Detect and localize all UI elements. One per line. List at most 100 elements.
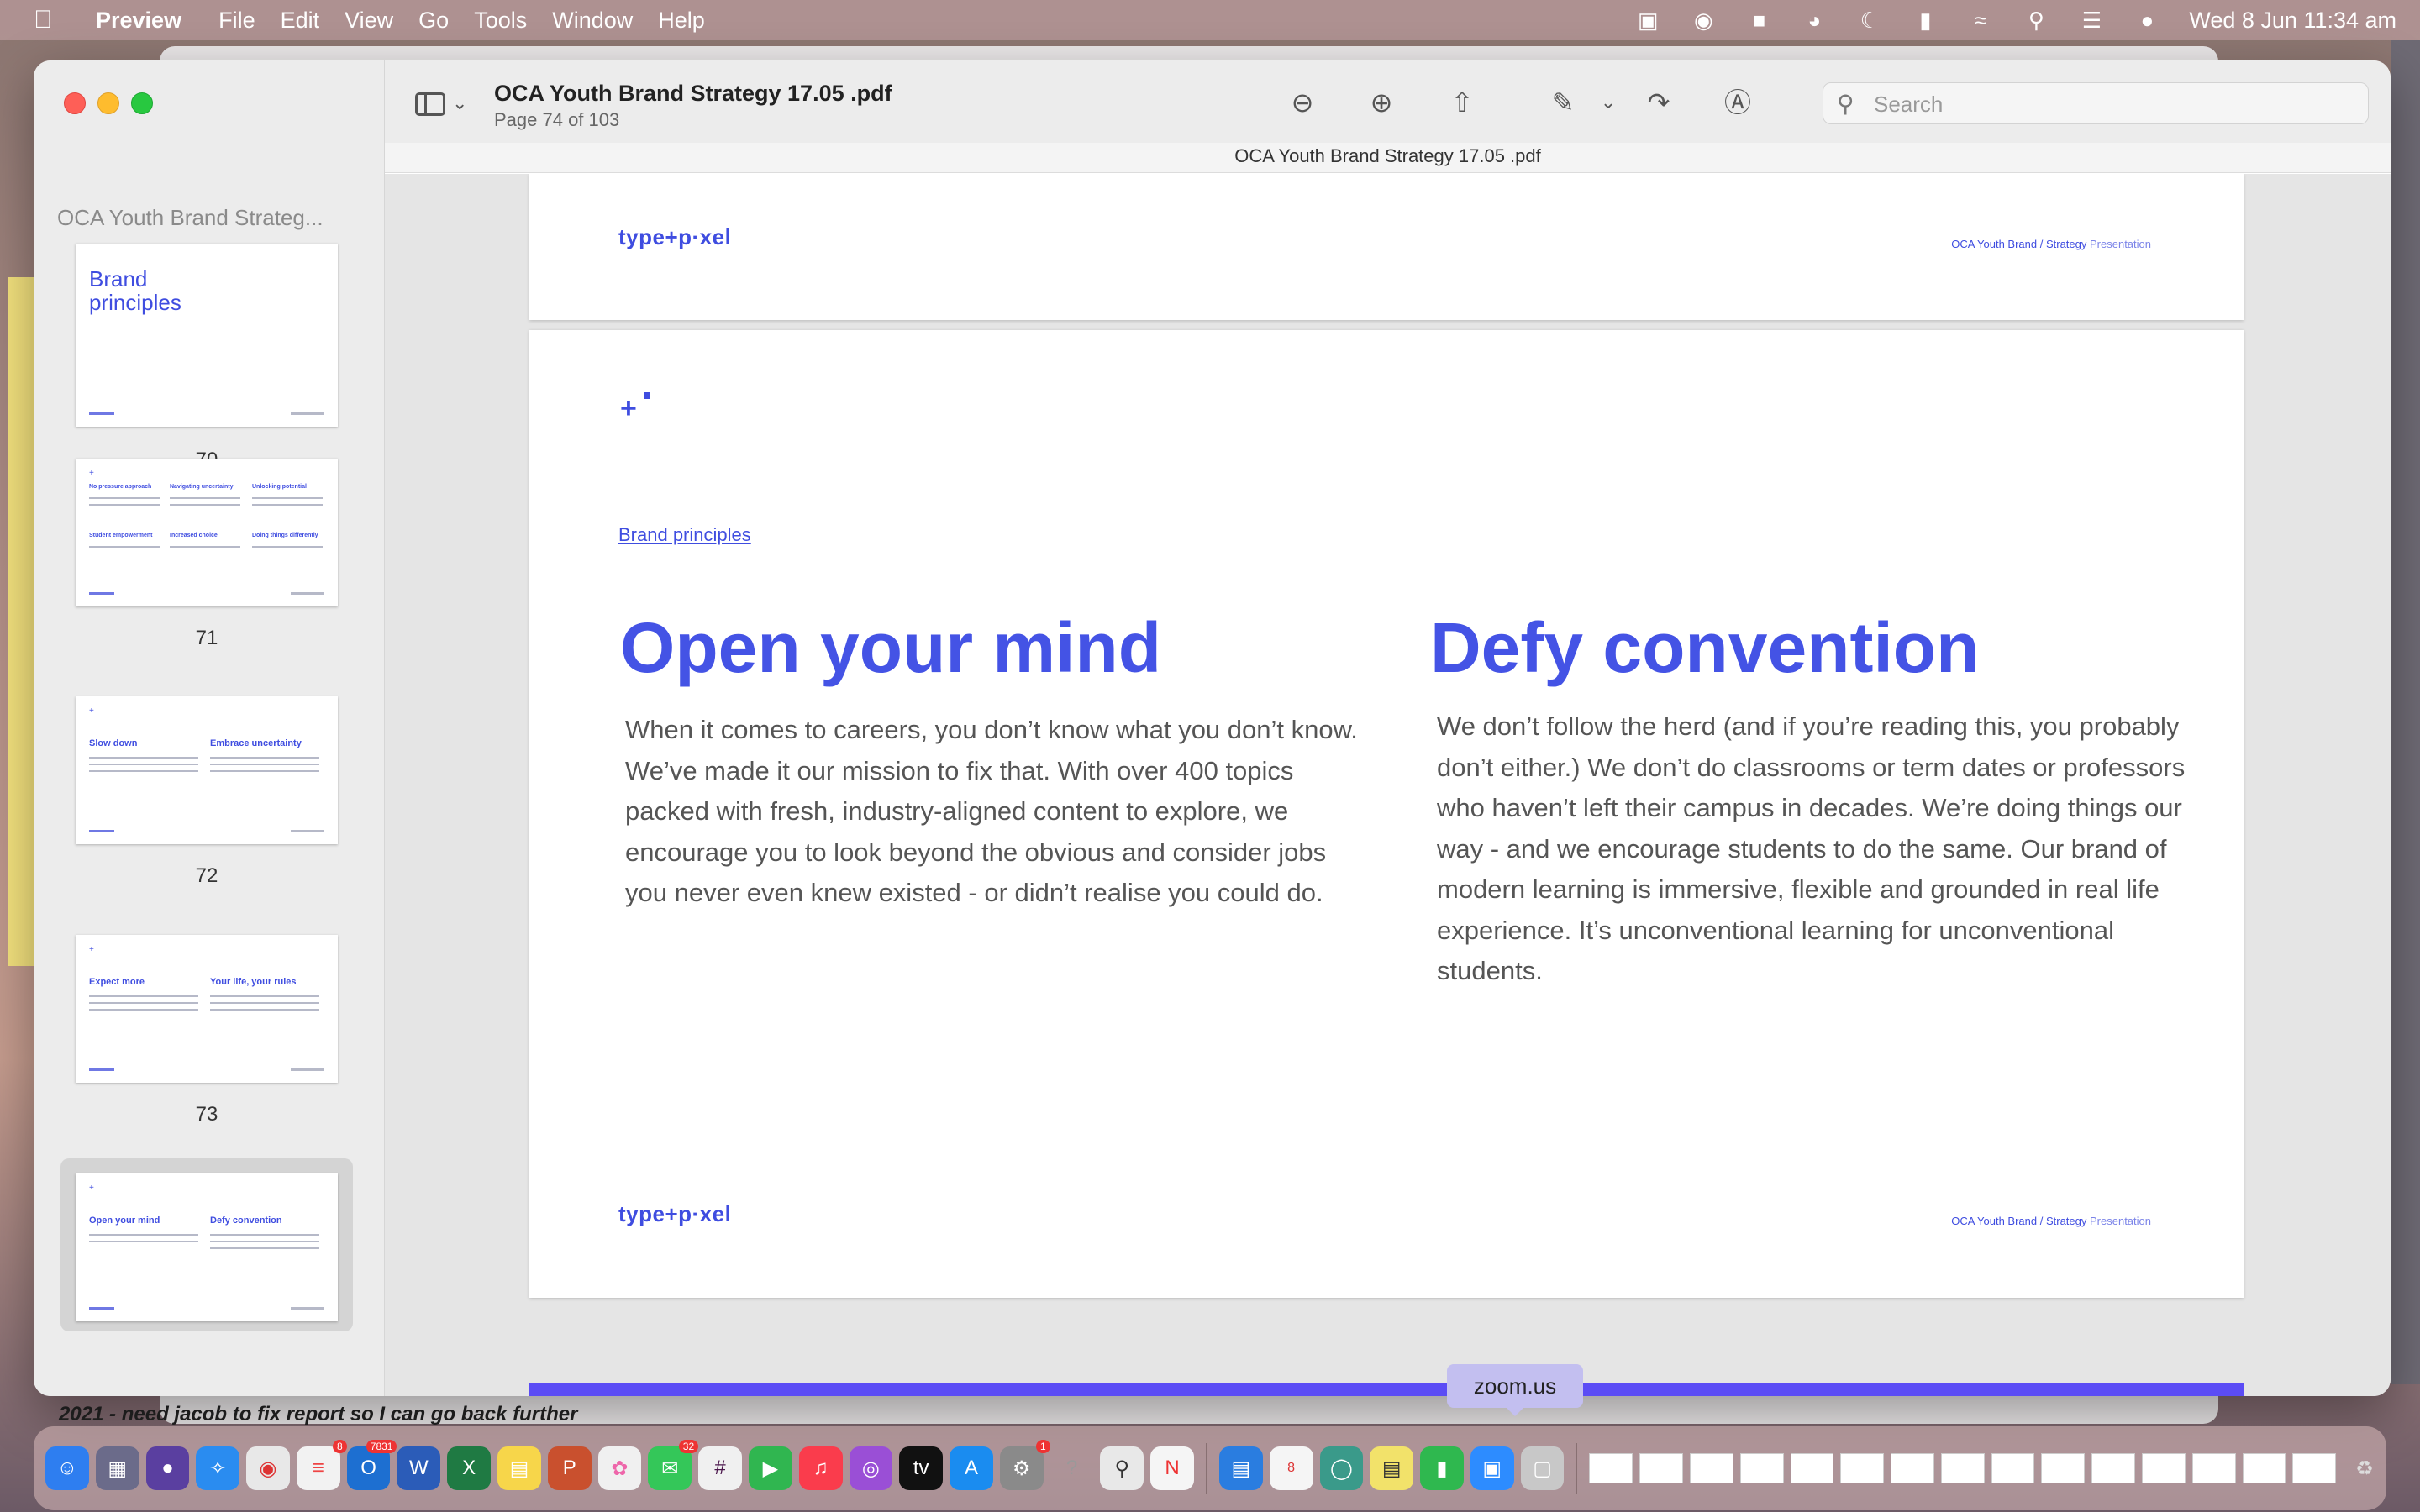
section-link[interactable]: Brand principles	[618, 524, 751, 546]
siri-icon[interactable]: ●	[145, 1446, 190, 1490]
minimized-window-thumbnail[interactable]	[1991, 1453, 2035, 1483]
document-viewport[interactable]: type+p·xel OCA Youth Brand / Strategy Pr…	[385, 174, 2391, 1396]
plus-mark-icon: +	[620, 392, 637, 424]
thumbnail-text-line	[89, 995, 198, 997]
launchpad-icon[interactable]: ▦	[95, 1446, 139, 1490]
safari-icon[interactable]: ✧	[196, 1446, 240, 1490]
preview-icon[interactable]: ▤	[1218, 1446, 1263, 1490]
menu-view[interactable]: View	[345, 8, 393, 34]
unknown-app-icon[interactable]: ?	[1050, 1446, 1094, 1490]
minimized-window-thumbnail[interactable]	[1891, 1453, 1934, 1483]
minimized-window-thumbnail[interactable]	[2292, 1453, 2337, 1483]
calendar-icon[interactable]: 8	[1269, 1446, 1313, 1490]
markup-toolbar-icon[interactable]: Ⓐ	[1721, 86, 1754, 119]
heading-right: Defy convention	[1430, 608, 1980, 687]
app-store-icon[interactable]: A	[950, 1446, 993, 1490]
excel-icon[interactable]: X	[447, 1446, 492, 1490]
header-label-part: Strategy	[2045, 238, 2087, 250]
minimized-window-thumbnail[interactable]	[2142, 1453, 2186, 1483]
minimized-window-thumbnail[interactable]	[2091, 1453, 2135, 1483]
finder-icon[interactable]: ☺	[45, 1446, 89, 1490]
minimized-window-thumbnail[interactable]	[2242, 1453, 2286, 1483]
minimized-window-thumbnail[interactable]	[1589, 1453, 1634, 1483]
screen-recorder-icon[interactable]: ◉	[1690, 8, 1717, 33]
notification-badge: 7831	[366, 1440, 397, 1453]
moon-icon[interactable]: ☾	[1856, 8, 1883, 33]
fullscreen-window-button[interactable]	[131, 92, 153, 114]
outlook-icon[interactable]: O 7831	[346, 1440, 397, 1490]
reminders-icon[interactable]: ≡ 8	[296, 1440, 347, 1490]
sidebar-toggle-icon[interactable]	[415, 92, 445, 116]
thumbnail-plus-mark: +	[89, 945, 94, 954]
zoom-app-icon[interactable]: ▣	[1470, 1446, 1514, 1490]
grammarly-icon[interactable]: ◕	[1801, 8, 1828, 33]
stickies-icon[interactable]: ▤	[1370, 1446, 1414, 1490]
rotate-icon[interactable]: ↷	[1642, 86, 1676, 119]
thumbnail-heading: Brand principles	[89, 266, 182, 315]
search-input[interactable]	[1874, 90, 2344, 118]
menu-app-name[interactable]: Preview	[96, 8, 182, 34]
minimized-window-thumbnail[interactable]	[1639, 1453, 1683, 1483]
control-center-icon[interactable]: ☰	[2078, 8, 2105, 33]
wifi-icon[interactable]: ≈	[1967, 8, 1994, 33]
minimized-window-thumbnail[interactable]	[2041, 1453, 2086, 1483]
menu-clock[interactable]: Wed 8 Jun 11:34 am	[2189, 8, 2396, 34]
notification-badge: 32	[678, 1440, 699, 1453]
apple-menu-icon[interactable]: 	[34, 6, 84, 34]
share-icon[interactable]: ⇧	[1445, 86, 1479, 119]
screenshot-icon[interactable]: ▢	[1520, 1446, 1565, 1490]
minimized-window-thumbnail[interactable]	[1689, 1453, 1733, 1483]
word-icon[interactable]: W	[397, 1446, 441, 1490]
menu-edit[interactable]: Edit	[281, 8, 320, 34]
activity-icon[interactable]: ◯	[1319, 1446, 1364, 1490]
photos-icon[interactable]: ✿	[597, 1446, 642, 1490]
chevron-down-icon[interactable]: ⌄	[452, 92, 467, 114]
pdf-page-previous: type+p·xel OCA Youth Brand / Strategy Pr…	[529, 174, 2244, 320]
minimized-window-thumbnail[interactable]	[1940, 1453, 1985, 1483]
zoom-in-icon[interactable]: ⊕	[1365, 86, 1398, 119]
notes-icon[interactable]: ▤	[497, 1446, 541, 1490]
quicktime-icon[interactable]: ⚲	[1100, 1446, 1144, 1490]
siri-icon[interactable]: ●	[2133, 8, 2160, 33]
battery-icon[interactable]: ▮	[1912, 8, 1939, 33]
document-tab-title: OCA Youth Brand Strategy 17.05 .pdf	[385, 143, 2391, 173]
chrome-icon[interactable]: ◉	[246, 1446, 290, 1490]
camera-icon[interactable]: ■	[1745, 8, 1772, 33]
powerpoint-icon[interactable]: P	[547, 1446, 592, 1490]
header-label-part: Presentation	[2086, 238, 2151, 250]
minimize-window-button[interactable]	[97, 92, 119, 114]
search-icon[interactable]: ⚲	[2023, 8, 2049, 33]
menu-help[interactable]: Help	[658, 8, 705, 34]
thumbnail-text-line	[89, 497, 160, 499]
menu-tools[interactable]: Tools	[474, 8, 527, 34]
preview-window: OCA Youth Brand Strateg... Brand princip…	[34, 60, 2391, 1396]
zoom-icon[interactable]: ▣	[1634, 8, 1661, 33]
slack-icon[interactable]: #	[698, 1446, 742, 1490]
minimized-window-thumbnail[interactable]	[1840, 1453, 1885, 1483]
heading-left: Open your mind	[620, 608, 1162, 687]
music-icon[interactable]: ♫	[798, 1446, 843, 1490]
apple-tv-icon[interactable]: tv	[899, 1446, 944, 1490]
minimized-window-thumbnail[interactable]	[1790, 1453, 1834, 1483]
search-field[interactable]: ⚲	[1823, 82, 2369, 124]
background-right-window	[2391, 40, 2420, 1384]
close-window-button[interactable]	[64, 92, 86, 114]
thumbnail-text-line	[210, 1002, 319, 1004]
chevron-down-icon[interactable]: ⌄	[1591, 86, 1625, 119]
markup-pen-icon[interactable]: ✎	[1546, 86, 1580, 119]
numbers-icon[interactable]: ▮	[1420, 1446, 1464, 1490]
trash-icon[interactable]: ♻	[2343, 1446, 2386, 1490]
messages-icon[interactable]: ✉ 32	[648, 1440, 699, 1490]
menu-window[interactable]: Window	[552, 8, 633, 34]
minimized-window-thumbnail[interactable]	[2191, 1453, 2236, 1483]
facetime-icon[interactable]: ▶	[748, 1446, 792, 1490]
menu-go[interactable]: Go	[418, 8, 449, 34]
menu-file[interactable]: File	[218, 8, 255, 34]
thumbnail-text-line	[210, 764, 319, 765]
minimized-window-thumbnail[interactable]	[1739, 1453, 1784, 1483]
zoom-out-icon[interactable]: ⊖	[1286, 86, 1319, 119]
system-preferences-icon[interactable]: ⚙ 1	[999, 1440, 1050, 1490]
thumbnail-heading: Embrace uncertainty	[210, 738, 302, 748]
podcasts-icon[interactable]: ◎	[849, 1446, 893, 1490]
news-icon[interactable]: N	[1150, 1446, 1194, 1490]
